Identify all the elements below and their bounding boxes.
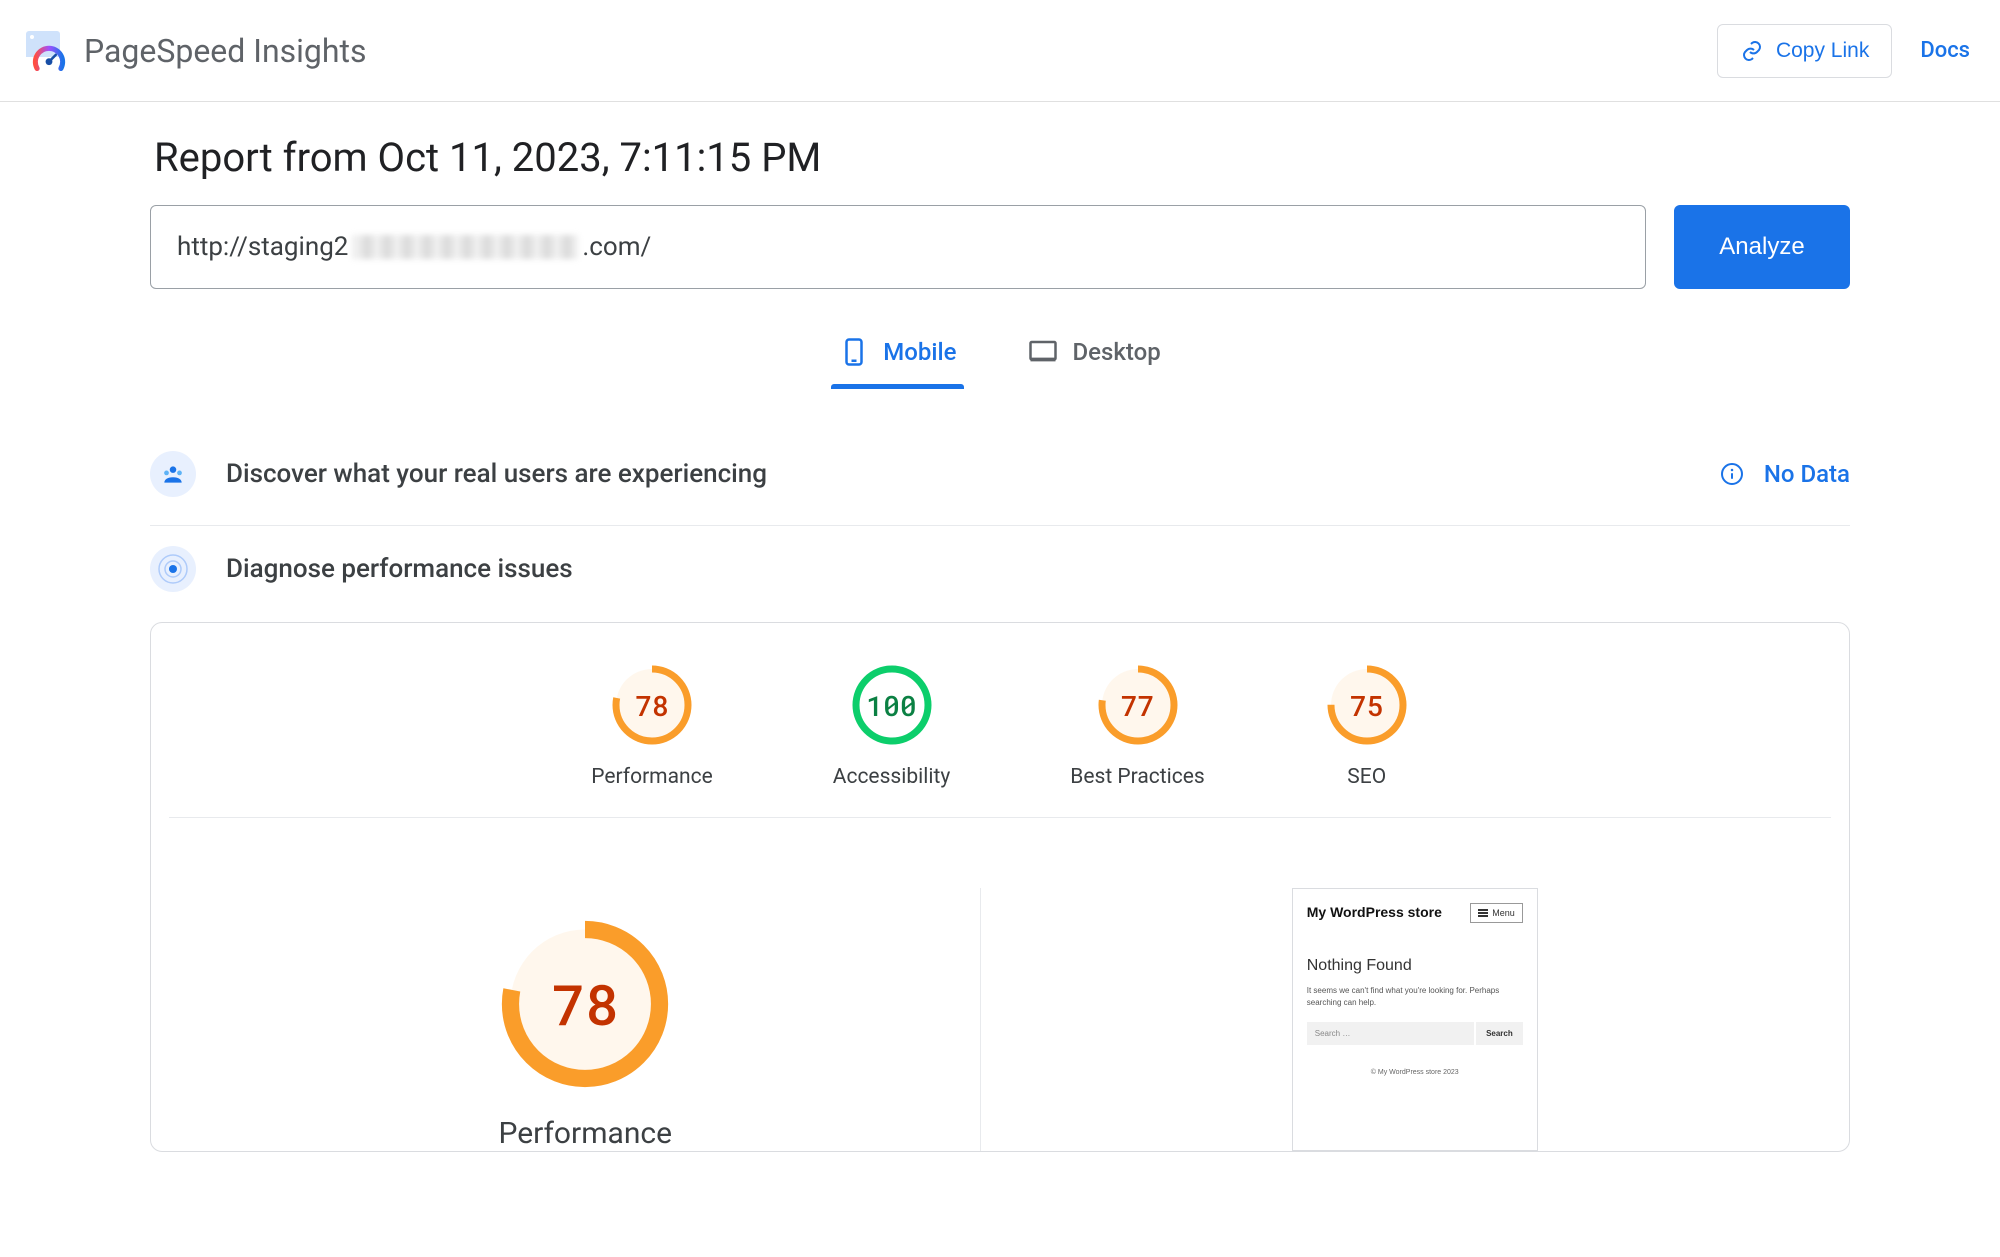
desktop-icon bbox=[1028, 337, 1058, 367]
gauge-accessibility[interactable]: 100 Accessibility bbox=[833, 663, 951, 789]
copy-link-button[interactable]: Copy Link bbox=[1717, 24, 1892, 78]
diagnose-section: Diagnose performance issues bbox=[150, 526, 1850, 602]
gauge-seo[interactable]: 75 SEO bbox=[1325, 663, 1409, 789]
device-tabs: Mobile Desktop bbox=[150, 325, 1850, 387]
hamburger-icon bbox=[1478, 909, 1488, 917]
lighthouse-card: 78 Performance 100 Accessibility 77 Best… bbox=[150, 622, 1850, 1152]
page-screenshot: My WordPress store Menu Nothing Found It… bbox=[1292, 888, 1538, 1151]
report-title: Report from Oct 11, 2023, 7:11:15 PM bbox=[150, 134, 1850, 181]
gauge-icon bbox=[32, 43, 66, 77]
preview-search-field: Search … bbox=[1307, 1022, 1474, 1045]
tab-desktop-label: Desktop bbox=[1072, 338, 1160, 366]
url-suffix: .com/ bbox=[582, 232, 651, 262]
detail-row: 78 Performance My WordPress store Menu N… bbox=[151, 818, 1849, 1151]
preview-menu-button: Menu bbox=[1470, 903, 1523, 923]
gauge-ring: 78 bbox=[610, 663, 694, 747]
tab-desktop[interactable]: Desktop bbox=[1020, 325, 1168, 387]
tab-mobile-label: Mobile bbox=[883, 338, 956, 366]
info-icon bbox=[1720, 462, 1744, 486]
no-data-label: No Data bbox=[1764, 460, 1850, 488]
preview-subtext: It seems we can't find what you're looki… bbox=[1307, 985, 1523, 1008]
score-gauges-row: 78 Performance 100 Accessibility 77 Best… bbox=[169, 623, 1831, 818]
radar-icon bbox=[155, 551, 191, 587]
gauge-label: Accessibility bbox=[833, 765, 951, 789]
performance-detail: 78 Performance bbox=[191, 888, 981, 1151]
main-content: Report from Oct 11, 2023, 7:11:15 PM htt… bbox=[150, 102, 1850, 1152]
big-gauge-label: Performance bbox=[498, 1116, 672, 1151]
diagnose-title: Diagnose performance issues bbox=[226, 554, 573, 584]
gauge-ring: 75 bbox=[1325, 663, 1409, 747]
gauge-label: SEO bbox=[1347, 765, 1386, 789]
docs-link[interactable]: Docs bbox=[1920, 38, 1976, 63]
performance-big-gauge: 78 bbox=[499, 918, 671, 1090]
big-score: 78 bbox=[499, 918, 671, 1090]
gauge-score: 75 bbox=[1325, 663, 1409, 747]
diagnose-left: Diagnose performance issues bbox=[150, 546, 573, 592]
preview-menu-label: Menu bbox=[1492, 908, 1515, 918]
diagnose-icon-wrap bbox=[150, 546, 196, 592]
discover-left: Discover what your real users are experi… bbox=[150, 451, 767, 497]
gauge-score: 100 bbox=[850, 663, 934, 747]
gauge-ring: 77 bbox=[1096, 663, 1180, 747]
people-icon bbox=[160, 461, 186, 487]
url-input[interactable]: http://staging2 .com/ bbox=[150, 205, 1646, 289]
header-left: PageSpeed Insights bbox=[24, 29, 367, 73]
preview-site-title: My WordPress store bbox=[1307, 903, 1442, 922]
gauge-best-practices[interactable]: 77 Best Practices bbox=[1070, 663, 1204, 789]
app-title: PageSpeed Insights bbox=[84, 32, 367, 70]
url-redacted bbox=[352, 235, 578, 259]
users-icon bbox=[150, 451, 196, 497]
discover-section: Discover what your real users are experi… bbox=[150, 431, 1850, 526]
gauge-score: 77 bbox=[1096, 663, 1180, 747]
preview-search-row: Search … Search bbox=[1307, 1022, 1523, 1045]
gauge-label: Performance bbox=[591, 765, 712, 789]
url-row: http://staging2 .com/ Analyze bbox=[150, 205, 1850, 289]
app-header: PageSpeed Insights Copy Link Docs bbox=[0, 0, 2000, 102]
header-right: Copy Link Docs bbox=[1717, 24, 1976, 78]
gauge-label: Best Practices bbox=[1070, 765, 1204, 789]
preview-footer: © My WordPress store 2023 bbox=[1307, 1069, 1523, 1076]
psi-logo bbox=[24, 29, 68, 73]
gauge-performance[interactable]: 78 Performance bbox=[591, 663, 712, 789]
copy-link-label: Copy Link bbox=[1776, 39, 1869, 63]
discover-title: Discover what your real users are experi… bbox=[226, 459, 767, 489]
preview-search-button: Search bbox=[1476, 1022, 1523, 1045]
analyze-button[interactable]: Analyze bbox=[1674, 205, 1850, 289]
preview-heading: Nothing Found bbox=[1307, 957, 1523, 975]
gauge-ring: 100 bbox=[850, 663, 934, 747]
no-data-indicator[interactable]: No Data bbox=[1720, 460, 1850, 488]
link-icon bbox=[1740, 39, 1764, 63]
gauge-score: 78 bbox=[610, 663, 694, 747]
screenshot-preview-col: My WordPress store Menu Nothing Found It… bbox=[1021, 888, 1810, 1151]
tab-mobile[interactable]: Mobile bbox=[831, 325, 964, 387]
url-prefix: http://staging2 bbox=[177, 232, 348, 262]
mobile-icon bbox=[839, 337, 869, 367]
